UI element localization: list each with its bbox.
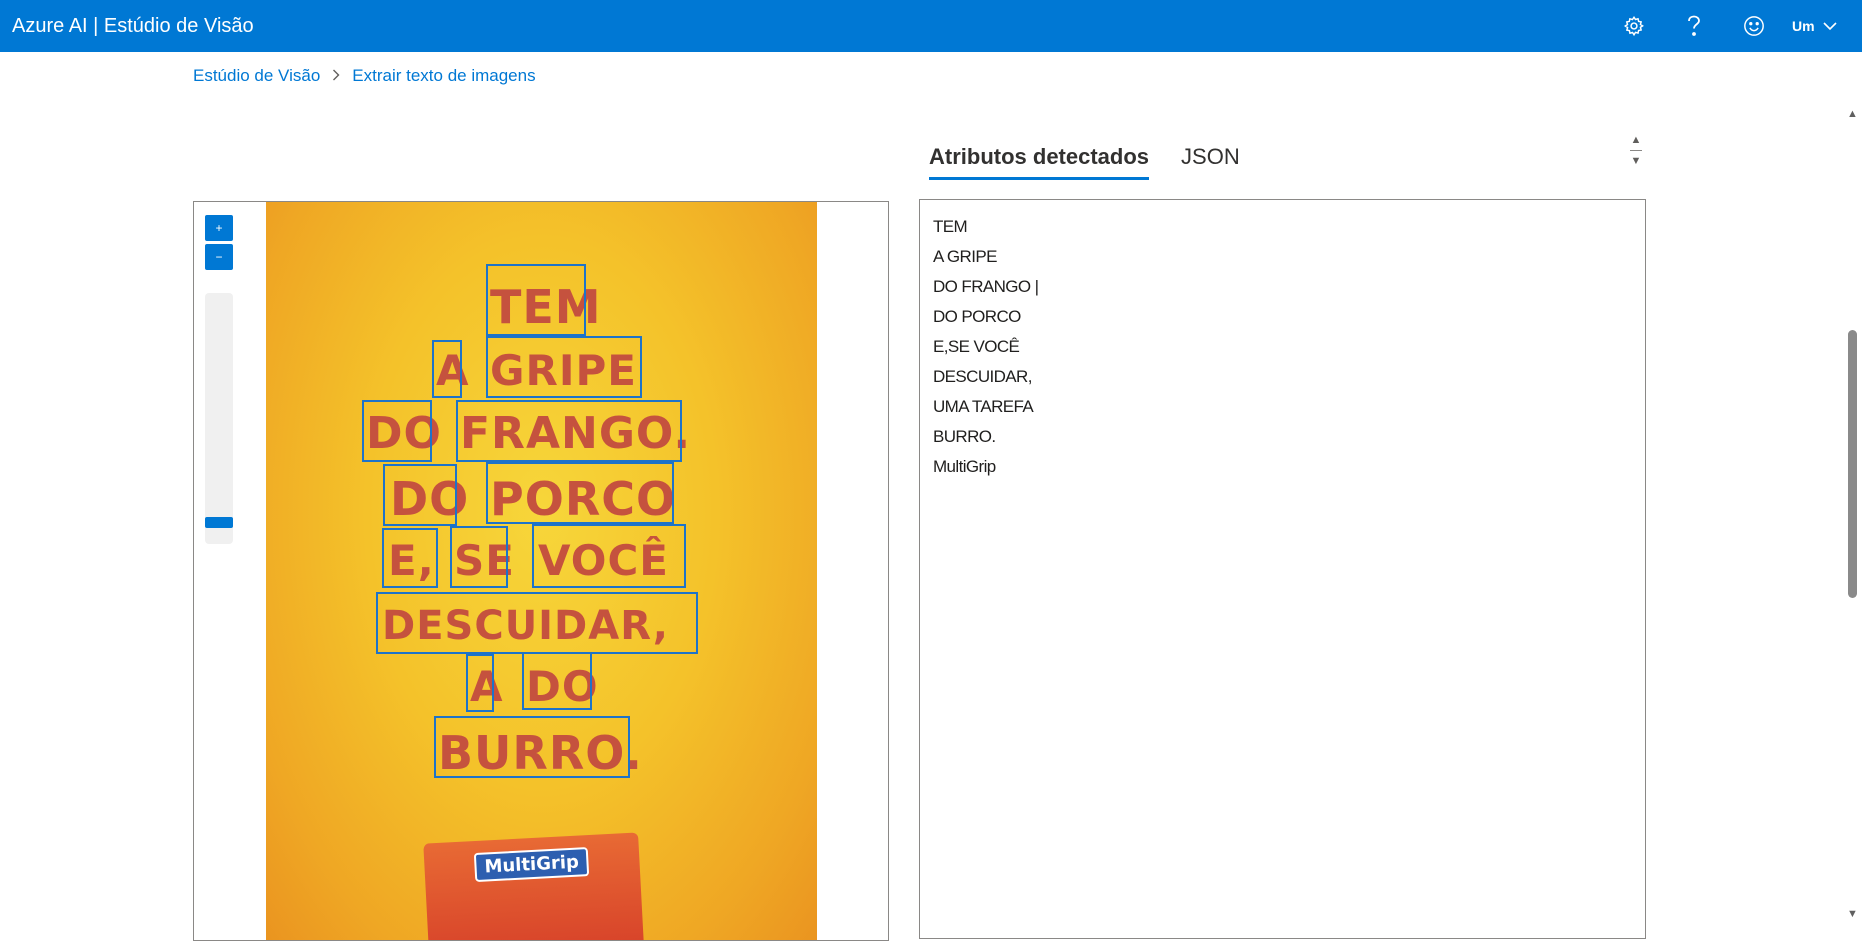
zoom-in-icon: +	[215, 221, 223, 235]
app-title: Azure AI | Estúdio de Visão	[12, 15, 254, 37]
image-preview-panel: + − TEM A GRIPE DO FRANGO. DO PORCO E, S…	[193, 201, 889, 941]
zoom-slider[interactable]	[205, 293, 233, 544]
tabs-scroller[interactable]: ▲ ▼	[1628, 134, 1644, 178]
result-line: A GRIPE	[933, 247, 997, 266]
result-line: TEM	[933, 217, 968, 236]
result-line: DO FRANGO |	[933, 277, 1039, 296]
gear-icon[interactable]	[1620, 12, 1648, 40]
bounding-box	[532, 524, 686, 588]
smiley-icon[interactable]	[1740, 12, 1768, 40]
page-scrollbar[interactable]: ▲ ▼	[1844, 104, 1862, 928]
result-line: DO PORCO	[933, 307, 1021, 326]
zoom-out-icon: −	[215, 250, 223, 264]
chevron-right-icon	[332, 68, 340, 84]
bounding-box	[376, 592, 698, 654]
bounding-box	[466, 654, 494, 712]
results-tabs: Atributos detectados JSON	[929, 140, 1240, 184]
result-line: DESCUIDAR,	[933, 367, 1032, 386]
chevron-down-icon	[1822, 18, 1837, 34]
breadcrumb: Estúdio de Visão Extrair texto de imagen…	[193, 66, 536, 86]
product-package: MultiGrip	[423, 832, 644, 940]
bounding-box	[382, 528, 438, 588]
detected-text-box[interactable]: TEM A GRIPE DO FRANGO | DO PORCO E,SE VO…	[919, 199, 1646, 939]
result-line: UMA TAREFA	[933, 397, 1034, 416]
help-icon[interactable]	[1680, 12, 1708, 40]
caret-up-icon[interactable]: ▲	[1628, 134, 1644, 146]
bounding-box	[432, 340, 462, 398]
divider	[1630, 150, 1642, 151]
scroll-down-icon[interactable]: ▼	[1847, 908, 1858, 920]
bounding-box	[522, 652, 592, 710]
scroll-up-icon[interactable]: ▲	[1847, 108, 1858, 120]
user-label: Um	[1792, 18, 1815, 34]
zoom-out-button[interactable]: −	[205, 244, 233, 270]
result-line: MultiGrip	[933, 457, 996, 476]
tab-json[interactable]: JSON	[1181, 140, 1240, 180]
breadcrumb-extract-text[interactable]: Extrair texto de imagens	[352, 66, 535, 86]
bounding-box	[450, 526, 508, 588]
zoom-slider-thumb[interactable]	[205, 517, 233, 528]
bounding-box	[486, 264, 586, 336]
tab-detected-attributes[interactable]: Atributos detectados	[929, 140, 1150, 180]
breadcrumb-vision-studio[interactable]: Estúdio de Visão	[193, 66, 320, 86]
result-line: BURRO.	[933, 427, 996, 446]
product-logo: MultiGrip	[473, 847, 590, 883]
top-bar: Azure AI | Estúdio de Visão Um	[0, 0, 1862, 52]
scrollbar-thumb[interactable]	[1848, 330, 1857, 598]
bounding-box	[486, 462, 674, 524]
analyzed-image: TEM A GRIPE DO FRANGO. DO PORCO E, SE VO…	[266, 202, 817, 940]
zoom-in-button[interactable]: +	[205, 215, 233, 241]
result-line: E,SE VOCÊ	[933, 337, 1020, 356]
bounding-box	[434, 716, 630, 778]
bounding-box	[486, 336, 642, 398]
bounding-box	[362, 400, 432, 462]
bounding-box	[456, 400, 682, 462]
bounding-box	[383, 464, 457, 526]
user-menu[interactable]: Um	[1792, 12, 1837, 40]
caret-down-icon[interactable]: ▼	[1628, 155, 1644, 167]
